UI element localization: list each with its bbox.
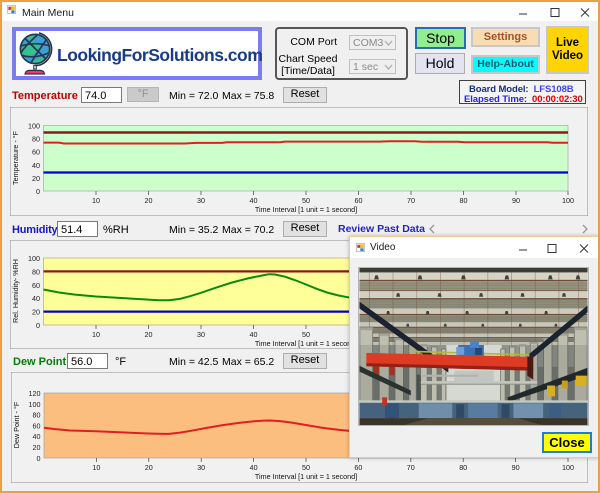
svg-text:Rel. Humidity- %RH: Rel. Humidity- %RH bbox=[11, 259, 20, 323]
svg-text:50: 50 bbox=[302, 196, 310, 205]
svg-text:20: 20 bbox=[145, 196, 153, 205]
svg-text:80: 80 bbox=[32, 267, 40, 276]
svg-text:Temperature - °F: Temperature - °F bbox=[11, 130, 20, 185]
svg-text:40: 40 bbox=[250, 463, 258, 472]
svg-text:90: 90 bbox=[512, 463, 520, 472]
svg-text:70: 70 bbox=[407, 196, 415, 205]
svg-text:0: 0 bbox=[36, 187, 40, 196]
svg-text:100: 100 bbox=[28, 122, 40, 131]
svg-text:60: 60 bbox=[32, 148, 40, 157]
svg-text:80: 80 bbox=[459, 463, 467, 472]
svg-text:90: 90 bbox=[512, 196, 520, 205]
svg-text:Time Interval [1 unit = 1 seco: Time Interval [1 unit = 1 second] bbox=[255, 205, 357, 214]
svg-text:40: 40 bbox=[32, 161, 40, 170]
svg-text:10: 10 bbox=[92, 330, 100, 339]
svg-text:70: 70 bbox=[407, 463, 415, 472]
svg-text:Time Interval [1 unit = 1 seco: Time Interval [1 unit = 1 second] bbox=[255, 339, 357, 348]
svg-text:Dew Point - °F: Dew Point - °F bbox=[12, 401, 21, 448]
svg-text:40: 40 bbox=[32, 294, 40, 303]
svg-text:100: 100 bbox=[28, 254, 40, 263]
svg-text:100: 100 bbox=[562, 463, 574, 472]
svg-text:30: 30 bbox=[197, 330, 205, 339]
svg-text:10: 10 bbox=[92, 463, 100, 472]
svg-text:80: 80 bbox=[460, 196, 468, 205]
svg-text:50: 50 bbox=[302, 463, 310, 472]
svg-text:100: 100 bbox=[562, 196, 574, 205]
svg-text:60: 60 bbox=[354, 463, 362, 472]
svg-text:20: 20 bbox=[32, 174, 40, 183]
svg-text:80: 80 bbox=[32, 135, 40, 144]
svg-text:100: 100 bbox=[29, 400, 41, 409]
svg-text:40: 40 bbox=[250, 196, 258, 205]
svg-text:20: 20 bbox=[33, 443, 41, 452]
svg-text:60: 60 bbox=[32, 281, 40, 290]
svg-text:60: 60 bbox=[355, 196, 363, 205]
svg-text:20: 20 bbox=[32, 308, 40, 317]
svg-text:0: 0 bbox=[36, 321, 40, 330]
svg-text:60: 60 bbox=[33, 421, 41, 430]
svg-text:50: 50 bbox=[302, 330, 310, 339]
svg-text:80: 80 bbox=[33, 411, 41, 420]
svg-text:40: 40 bbox=[250, 330, 258, 339]
svg-text:30: 30 bbox=[197, 463, 205, 472]
svg-text:10: 10 bbox=[92, 196, 100, 205]
svg-text:20: 20 bbox=[145, 463, 153, 472]
svg-text:0: 0 bbox=[37, 454, 41, 463]
svg-text:Time Interval [1 unit = 1 seco: Time Interval [1 unit = 1 second] bbox=[255, 472, 357, 481]
svg-text:40: 40 bbox=[33, 432, 41, 441]
svg-text:20: 20 bbox=[145, 330, 153, 339]
svg-text:30: 30 bbox=[197, 196, 205, 205]
svg-text:120: 120 bbox=[29, 389, 41, 398]
